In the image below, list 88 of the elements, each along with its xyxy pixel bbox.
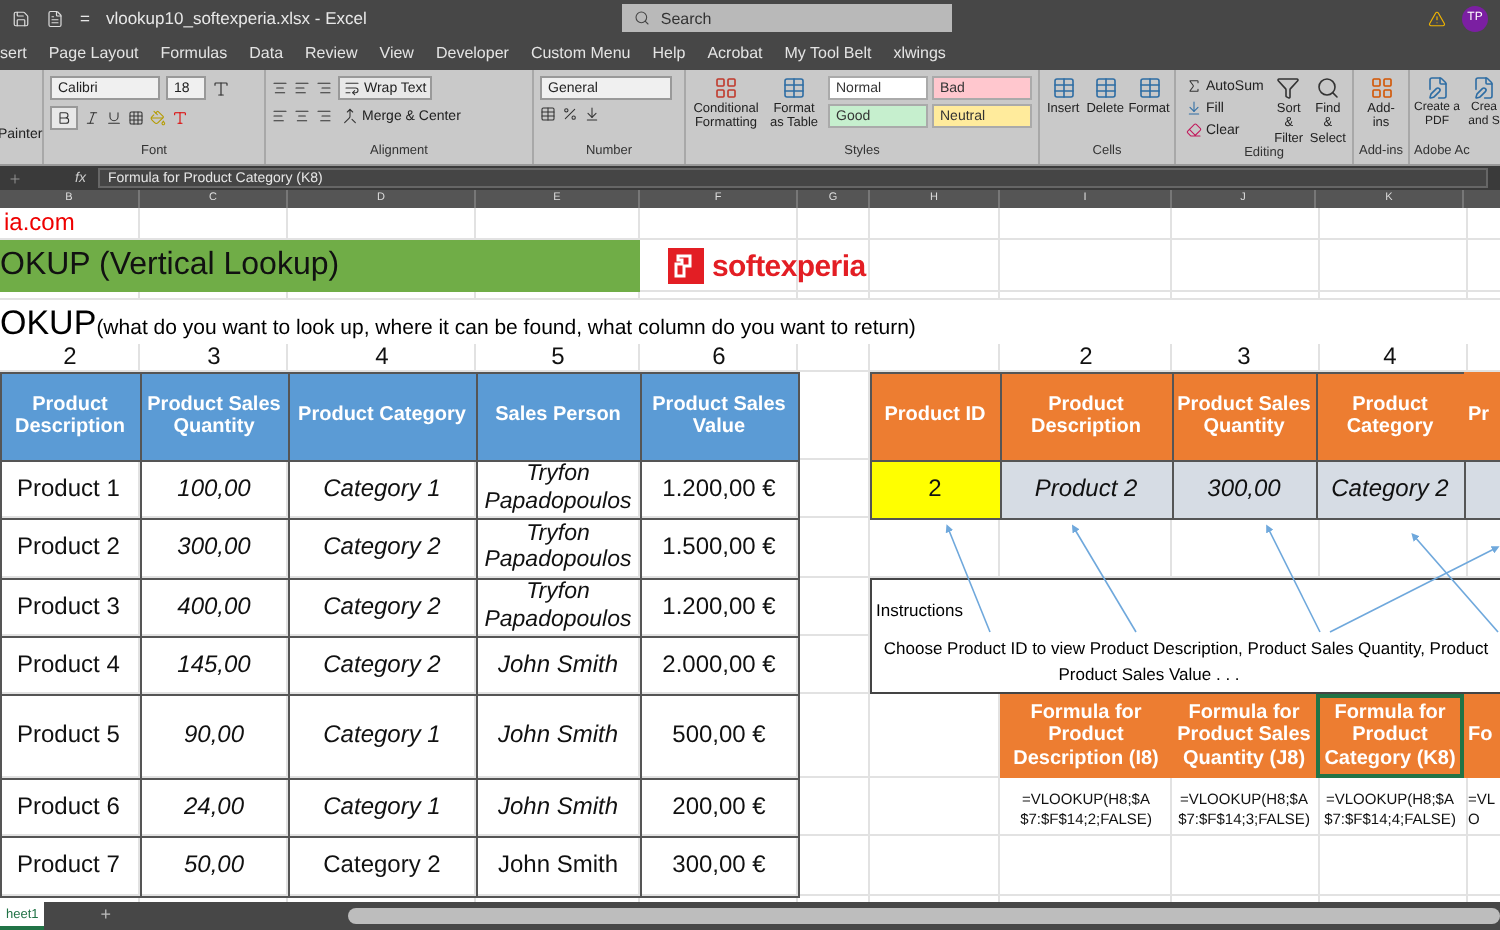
grid-icon	[1369, 76, 1393, 100]
sigma-icon	[1186, 78, 1202, 94]
table-cell: Product 7	[0, 835, 141, 897]
document-icon	[1425, 76, 1449, 100]
table-header: Product Category	[1315, 371, 1465, 461]
ribbon-tab[interactable]: Formulas	[160, 40, 228, 66]
align-middle-icon	[294, 80, 310, 96]
arrow	[1071, 524, 1137, 633]
lookup-result-cell	[1463, 459, 1500, 519]
underline-icon	[106, 110, 122, 126]
rows-icon	[1093, 76, 1118, 100]
column-number: 4	[1381, 344, 1399, 372]
ribbon-tab[interactable]: Review	[305, 40, 358, 66]
table-icon	[714, 76, 738, 100]
column-number: 3	[1235, 344, 1253, 372]
table-header: Product Sales Quantity	[1171, 371, 1317, 461]
table-header: Product Sales Quantity	[139, 371, 289, 461]
ribbon-tab[interactable]: View	[379, 40, 414, 66]
ribbon-tab[interactable]: Data	[249, 40, 284, 66]
table-header: Sales Person	[475, 371, 641, 461]
lookup-result-cell: 300,00	[1171, 459, 1317, 519]
add-sheet-button[interactable]: +	[84, 902, 128, 930]
document-icon	[46, 9, 64, 27]
ribbon-tab[interactable]: xlwings	[893, 40, 946, 66]
font-color-icon	[172, 110, 188, 126]
arrow	[1266, 524, 1321, 633]
table-header: Product Description	[999, 371, 1173, 461]
product-id-input[interactable]: 2	[869, 459, 1001, 519]
align-bottom-icon	[316, 80, 332, 96]
column-number: 5	[549, 344, 567, 372]
table-header: Product Sales Value	[639, 371, 799, 461]
column-number: 2	[61, 344, 79, 372]
rows-icon	[1051, 76, 1076, 100]
instructions-label: Instructions	[876, 600, 963, 620]
window-title: vlookup10_softexperia.xlsx - Excel	[105, 8, 367, 28]
merge-icon	[342, 108, 358, 124]
subtitle-note: (what do you want to look up, where it can be found, what column do you want to return)	[96, 316, 916, 344]
search-icon	[1315, 76, 1340, 100]
table-icon	[782, 76, 806, 100]
bold-icon	[56, 110, 72, 126]
fill-color-icon	[150, 110, 166, 126]
search-icon	[634, 10, 651, 26]
italic-icon	[84, 110, 100, 126]
column-number: 6	[710, 344, 728, 372]
font-grow-icon	[212, 79, 230, 97]
search-field[interactable]: Search	[622, 4, 953, 32]
lookup-result-cell: Category 2	[1315, 459, 1465, 519]
column-number: 3	[205, 344, 223, 372]
table-header: Pr	[1464, 372, 1500, 460]
quick-access-menu[interactable]: =	[80, 8, 90, 28]
save-icon	[12, 9, 30, 27]
percent-icon	[562, 106, 578, 122]
table-header: Product Description	[0, 371, 141, 461]
table-header: Product ID	[869, 371, 1001, 461]
table-header: Product Category	[287, 371, 477, 461]
site-link-text: ia.com	[2, 208, 77, 240]
border-icon	[128, 110, 144, 126]
rows-icon	[1137, 76, 1161, 100]
instructions-text: Product Sales Value . . .	[1056, 661, 1242, 687]
subtitle-heading: OKUP	[0, 304, 97, 344]
align-left-icon	[272, 108, 288, 124]
ribbon-tab[interactable]: Acrobat	[707, 40, 763, 66]
align-center-icon	[294, 108, 310, 124]
ribbon-tab[interactable]: Developer	[435, 40, 509, 66]
logo-text: softexperia	[712, 249, 866, 283]
align-top-icon	[272, 80, 288, 96]
document-icon	[1472, 76, 1496, 100]
ribbon-tab[interactable]: Help	[652, 40, 686, 66]
eraser-icon	[1186, 122, 1202, 138]
horizontal-scrollbar[interactable]	[347, 908, 1500, 924]
fill-icon	[1186, 100, 1202, 116]
instructions-text: Choose Product ID to view Product Description, Product Sales Quantity, Product	[881, 636, 1491, 662]
title-banner: OKUP (Vertical Lookup)	[0, 240, 640, 292]
bold-button[interactable]	[50, 106, 78, 130]
wrap-icon	[344, 80, 360, 96]
filter-icon	[1276, 76, 1301, 100]
decimal-icon	[584, 106, 600, 122]
column-number: 2	[1077, 344, 1095, 372]
warning-icon	[1428, 9, 1446, 27]
ribbon-tab[interactable]: sert	[0, 40, 27, 66]
column-number: 4	[373, 344, 391, 372]
logo-icon	[668, 248, 704, 284]
ribbon-tab[interactable]: Custom Menu	[530, 40, 631, 66]
lookup-result-cell: Product 2	[999, 459, 1173, 519]
ribbon-tab[interactable]: My Tool Belt	[784, 40, 872, 66]
align-right-icon	[316, 108, 332, 124]
ribbon-tab[interactable]: Page Layout	[48, 40, 139, 66]
table-cell: 300,00 €	[639, 835, 799, 897]
